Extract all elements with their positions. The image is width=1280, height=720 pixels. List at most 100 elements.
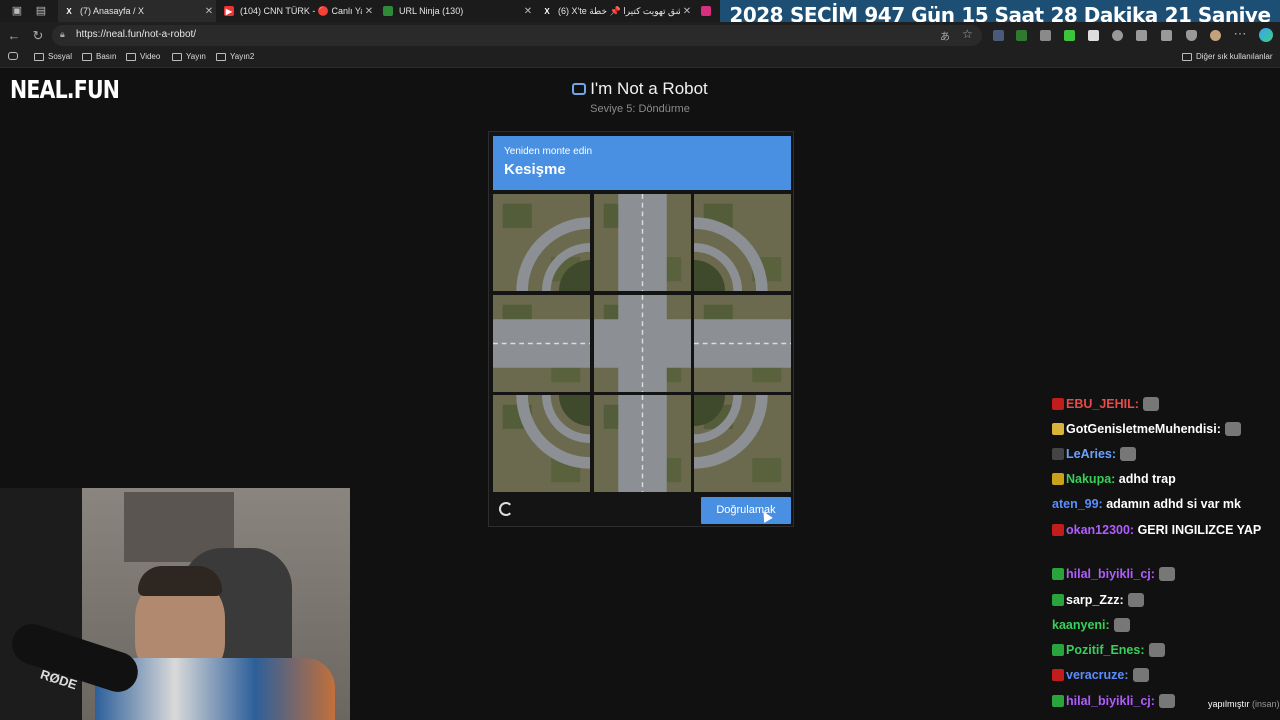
translate-icon[interactable]: あ (940, 28, 950, 43)
chat-message: hilal_biyikli_cj: (1052, 692, 1175, 710)
chat-username[interactable]: aten_99: (1052, 497, 1103, 511)
reload-icon[interactable]: ↻ (30, 28, 46, 44)
captcha-tile[interactable] (694, 294, 791, 392)
tab-x-post[interactable]: X (6) X'te دمشق تهويت كتيرا 📌 خطة ✕ (536, 0, 694, 22)
level-subtitle: Seviye 5: Döndürme (590, 103, 690, 115)
chat-emote-icon (1148, 643, 1165, 657)
chat-message: EBU_JEHIL: (1052, 395, 1159, 413)
extension-icon[interactable] (1088, 30, 1099, 41)
captcha-tile[interactable] (493, 294, 590, 392)
chat-badge-icon (1052, 423, 1064, 435)
bookmarks-bar: Sosyal Basın Video Yayın Yayın2 Diğer sı… (0, 49, 1280, 68)
chat-badge-icon (1052, 524, 1064, 536)
chat-message: kaanyeni: (1052, 616, 1130, 634)
chat-username[interactable]: EBU_JEHIL: (1066, 397, 1139, 411)
shield-icon[interactable] (1186, 30, 1197, 41)
sync-icon[interactable] (1112, 30, 1123, 41)
bookmark-yayin[interactable]: Yayın (172, 52, 206, 61)
chat-username[interactable]: Pozitif_Enes: (1066, 643, 1145, 657)
favorite-star-icon[interactable]: ☆ (962, 27, 973, 41)
verify-button[interactable]: Doğrulamak (701, 497, 791, 524)
captcha-tile[interactable] (593, 194, 691, 291)
chat-badge-icon (1052, 473, 1064, 485)
chat-emote-icon (1142, 397, 1159, 411)
lock-icon: 🔒︎ (60, 29, 65, 39)
url-text: https://neal.fun/not-a-robot/ (76, 29, 197, 40)
extension-icon[interactable] (1040, 30, 1051, 41)
chat-message: aten_99: adamın adhd si var mk (1052, 495, 1241, 513)
chat-message: LeAries: (1052, 445, 1137, 463)
close-tab-icon[interactable]: ✕ (521, 6, 535, 17)
chat-text: adamın adhd si var mk (1102, 497, 1241, 511)
address-bar[interactable]: 🔒︎ https://neal.fun/not-a-robot/ あ ☆ (52, 25, 982, 46)
reading-list-icon[interactable] (8, 52, 22, 60)
chat-username[interactable]: hilal_biyikli_cj: (1066, 567, 1155, 581)
extension-icon[interactable] (993, 30, 1004, 41)
chat-username[interactable]: GotGenisletmeMuhendisi: (1066, 422, 1221, 436)
copilot-icon[interactable] (1259, 28, 1273, 42)
chat-username[interactable]: kaanyeni: (1052, 618, 1110, 632)
person-hair (138, 566, 222, 596)
close-tab-icon[interactable]: ✕ (680, 6, 694, 17)
captcha-instruction: Yeniden monte edin (504, 146, 593, 157)
tab-label: (104) CNN TÜRK - 🔴 Canlı Yayın (240, 5, 362, 16)
captcha-tile[interactable] (593, 395, 691, 492)
folder-icon (82, 52, 92, 61)
tab-label: URL Ninja (130) (399, 6, 464, 16)
folder-icon (1182, 52, 1192, 61)
chat-badge-icon (1052, 568, 1064, 580)
chat-username[interactable]: okan12300: (1066, 523, 1134, 537)
tab-cnn-turk[interactable]: ▶ (104) CNN TÜRK - 🔴 Canlı Yayın ✕ (218, 0, 376, 22)
captcha-tile[interactable] (593, 294, 691, 392)
chat-text: GERI INGILIZCE YAP (1134, 523, 1262, 537)
tab-instagram[interactable] (695, 0, 720, 22)
refresh-icon[interactable] (499, 502, 513, 516)
ninja-icon (383, 6, 393, 16)
extension-icon[interactable] (1064, 30, 1075, 41)
captcha-tile[interactable] (694, 395, 791, 492)
chat-username[interactable]: hilal_biyikli_cj: (1066, 694, 1155, 708)
chat-username[interactable]: veracruze: (1066, 668, 1129, 682)
extension-icon[interactable] (1016, 30, 1027, 41)
close-tab-icon[interactable]: ✕ (362, 6, 376, 17)
bookmark-sosyal[interactable]: Sosyal (34, 52, 72, 61)
chat-badge-icon (1052, 644, 1064, 656)
split-screen-icon[interactable] (1136, 30, 1147, 41)
more-menu-icon[interactable]: ⋯ (1232, 26, 1248, 42)
captcha-tile[interactable] (493, 395, 590, 492)
bookmark-video[interactable]: Video (126, 52, 160, 61)
captcha-target: Kesişme (504, 161, 566, 178)
chat-emote-icon (1120, 447, 1137, 461)
tab-url-ninja[interactable]: URL Ninja (130) ✕ (377, 0, 535, 22)
stream-chat: EBU_JEHIL: GotGenisletmeMuhendisi: LeAries… (1048, 395, 1280, 720)
profile-avatar[interactable] (1210, 30, 1221, 41)
favorites-icon[interactable] (1161, 30, 1172, 41)
chat-text: adhd trap (1115, 472, 1176, 486)
captcha-header: Yeniden monte edin Kesişme (493, 136, 791, 190)
folder-icon (216, 52, 226, 61)
folder-icon (172, 52, 182, 61)
chat-badge-icon (1052, 448, 1064, 460)
x-icon: X (66, 6, 72, 16)
bookmark-basin[interactable]: Basın (82, 52, 116, 61)
webcam-overlay: RØDE (0, 488, 350, 720)
close-tab-icon[interactable]: ✕ (202, 6, 216, 17)
chat-badge-icon (1052, 669, 1064, 681)
workspaces-icon[interactable]: ▣ (10, 4, 24, 18)
chat-username[interactable]: LeAries: (1066, 447, 1116, 461)
chat-username[interactable]: sarp_Zzz: (1066, 593, 1124, 607)
bookmark-other[interactable]: Diğer sık kullanılanlar (1182, 52, 1272, 61)
page-title: I'm Not a Robot (0, 79, 1280, 99)
tab-actions-icon[interactable]: ▤ (34, 4, 48, 18)
chat-username[interactable]: Nakupa: (1066, 472, 1115, 486)
tab-x-home[interactable]: X (7) Anasayfa / X ✕ (58, 0, 216, 22)
chat-emote-icon (1132, 668, 1149, 682)
captcha-tile[interactable] (493, 194, 590, 291)
back-icon[interactable]: ← (6, 28, 22, 44)
chat-message: Pozitif_Enes: (1052, 641, 1165, 659)
captcha-tile-grid (493, 194, 791, 492)
bookmark-yayin2[interactable]: Yayın2 (216, 52, 254, 61)
chat-emote-icon (1224, 422, 1241, 436)
chat-emote-icon (1127, 593, 1144, 607)
captcha-tile[interactable] (694, 194, 791, 291)
